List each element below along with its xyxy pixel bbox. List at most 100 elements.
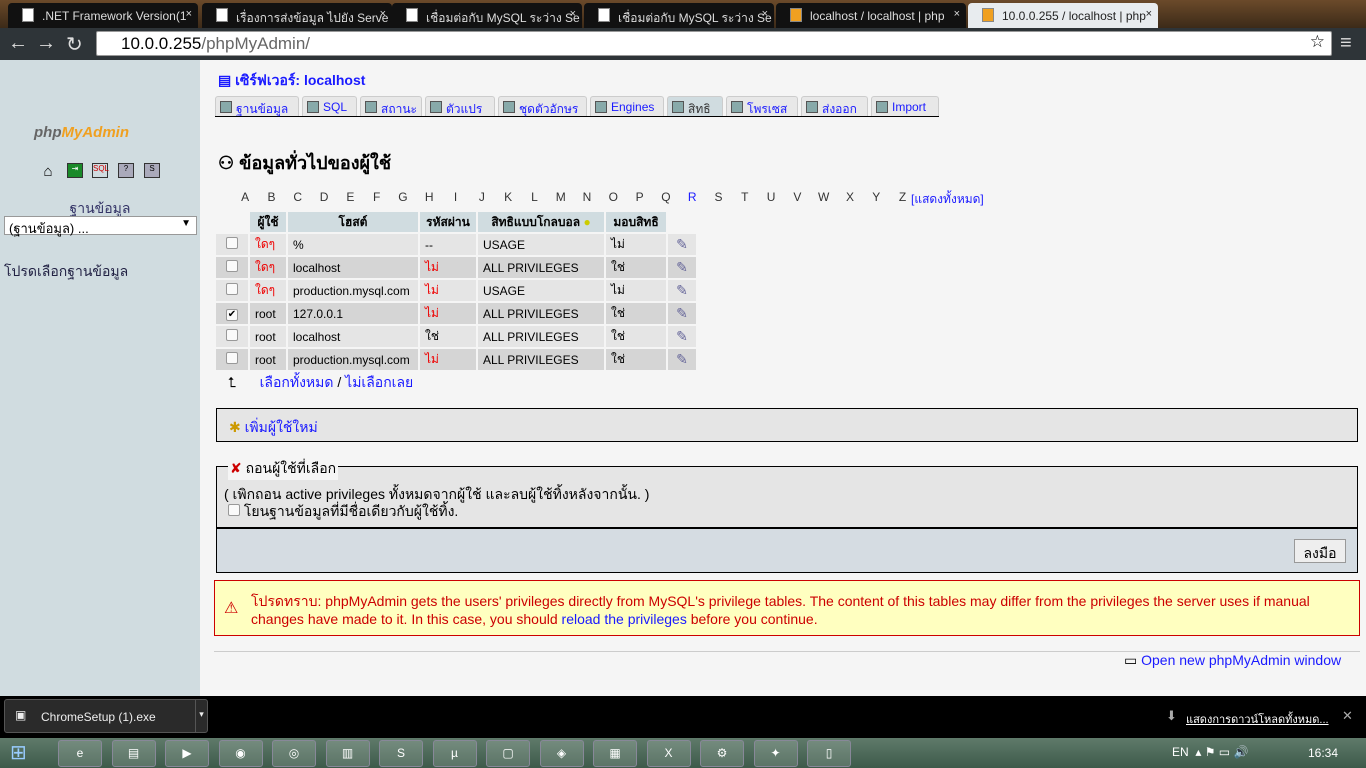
tab-3[interactable]: ตัวแปร — [425, 96, 495, 116]
edit-privileges-icon[interactable]: ✎ — [676, 328, 688, 344]
close-download-bar-icon[interactable]: ✕ — [1342, 708, 1353, 724]
edit-privileges-icon[interactable]: ✎ — [676, 282, 688, 298]
tab-2[interactable]: สถานะ — [360, 96, 422, 116]
exit-icon[interactable]: ⇥ — [67, 163, 83, 178]
game-icon[interactable]: ✦ — [753, 740, 798, 767]
edit-privileges-icon[interactable]: ✎ — [676, 259, 688, 275]
go-button[interactable]: ลงมือ — [1294, 539, 1346, 563]
lightbulb-hint-icon[interactable]: ● — [583, 215, 590, 229]
letter-C[interactable]: C — [285, 190, 311, 204]
skype-icon[interactable]: S — [379, 740, 423, 767]
browser-tab[interactable]: เรื่องการส่งข้อมูล ไปยัง Serve × — [202, 3, 392, 28]
menu-icon[interactable]: ≡ — [1340, 32, 1352, 55]
tab-8[interactable]: ส่งออก — [801, 96, 868, 116]
letter-V[interactable]: V — [784, 190, 810, 204]
letter-E[interactable]: E — [337, 190, 363, 204]
letter-F[interactable]: F — [363, 190, 389, 204]
close-tab-icon[interactable]: × — [762, 8, 768, 20]
close-tab-icon[interactable]: × — [954, 8, 960, 20]
select-all-link[interactable]: เลือกทั้งหมด — [260, 374, 334, 390]
sd-app-icon[interactable]: ⚙ — [700, 740, 744, 767]
phpmyadmin-logo[interactable]: phpMyAdmin — [34, 124, 129, 141]
letter-S[interactable]: S — [705, 190, 731, 204]
letter-B[interactable]: B — [258, 190, 284, 204]
letter-Y[interactable]: Y — [863, 190, 889, 204]
letter-U[interactable]: U — [758, 190, 784, 204]
edit-privileges-icon[interactable]: ✎ — [676, 351, 688, 367]
address-bar[interactable]: 10.0.0.255/phpMyAdmin/ ☆ — [96, 31, 1332, 56]
download-menu-chevron-icon[interactable]: ▾ — [195, 700, 207, 732]
close-tab-icon[interactable]: × — [186, 8, 192, 20]
letter-N[interactable]: N — [574, 190, 600, 204]
browser-tab[interactable]: localhost / localhost | php × — [776, 3, 966, 28]
browser-tab[interactable]: .NET Framework Version(1 × — [8, 3, 198, 28]
sql-docs-icon[interactable]: S — [144, 163, 160, 178]
reload-privileges-link[interactable]: reload the privileges — [562, 611, 687, 627]
file-explorer-icon[interactable]: ▤ — [111, 740, 156, 767]
drop-db-option[interactable]: โยนฐานข้อมูลที่มีชื่อเดียวกับผู้ใช้ทิ้ง. — [228, 501, 458, 523]
database-select[interactable]: (ฐานข้อมูล) ... ▼ — [4, 216, 197, 236]
server-breadcrumb[interactable]: ▤ เซิร์ฟเวอร์: localhost — [218, 70, 365, 92]
row-checkbox[interactable]: ✔ — [226, 309, 238, 321]
line-icon[interactable]: ▢ — [486, 740, 530, 767]
excel-icon[interactable]: X — [646, 740, 691, 767]
row-checkbox[interactable] — [226, 283, 238, 295]
language-indicator[interactable]: EN — [1172, 745, 1189, 759]
tab-5[interactable]: Engines — [590, 96, 664, 116]
show-all-link[interactable]: [แสดงทั้งหมด] — [911, 190, 984, 209]
letter-L[interactable]: L — [521, 190, 547, 204]
close-tab-icon[interactable]: × — [380, 8, 386, 20]
tab-6[interactable]: สิทธิ — [667, 96, 723, 116]
sql-query-icon[interactable]: SQL — [92, 163, 109, 178]
row-checkbox[interactable] — [226, 329, 238, 341]
letter-I[interactable]: I — [442, 190, 468, 204]
browser-tab[interactable]: 10.0.0.255 / localhost | php × — [968, 3, 1158, 28]
bookmark-star-icon[interactable]: ☆ — [1310, 32, 1325, 52]
spreadsheet-icon[interactable]: ▦ — [593, 740, 637, 767]
start-button-icon[interactable]: ⊞ — [10, 740, 27, 765]
letter-W[interactable]: W — [811, 190, 837, 204]
tab-4[interactable]: ชุดตัวอักษร — [498, 96, 587, 116]
drop-db-checkbox[interactable] — [228, 504, 240, 516]
letter-O[interactable]: O — [600, 190, 626, 204]
forward-button[interactable]: → — [36, 32, 56, 55]
letter-A[interactable]: A — [232, 190, 258, 204]
tab-7[interactable]: โพรเซส — [726, 96, 798, 116]
tab-9[interactable]: Import — [871, 96, 939, 116]
drop-db-label[interactable]: โยนฐานข้อมูลที่มีชื่อเดียวกับผู้ใช้ทิ้ง. — [244, 503, 458, 519]
open-new-window-link[interactable]: Open new phpMyAdmin window — [1141, 652, 1341, 668]
add-user-link[interactable]: เพิ่มผู้ใช้ใหม่ — [245, 419, 318, 435]
firefox-icon[interactable]: ◉ — [218, 740, 263, 767]
letter-G[interactable]: G — [390, 190, 416, 204]
unselect-all-link[interactable]: ไม่เลือกเลย — [345, 374, 413, 390]
utorrent-icon[interactable]: µ — [432, 740, 477, 767]
chrome-icon[interactable]: ◎ — [272, 740, 316, 767]
home-icon[interactable]: ⌂ — [40, 163, 56, 180]
browser-tab[interactable]: เชื่อมต่อกับ MySQL ระว่าง Se × — [392, 3, 582, 28]
download-item[interactable]: ▣ ChromeSetup (1).exe ▾ — [4, 699, 208, 733]
browser-tab[interactable]: เชื่อมต่อกับ MySQL ระว่าง Se × — [584, 3, 774, 28]
letter-M[interactable]: M — [548, 190, 574, 204]
letter-T[interactable]: T — [732, 190, 758, 204]
letter-R[interactable]: R — [679, 190, 705, 204]
letter-K[interactable]: K — [495, 190, 521, 204]
media-player-icon[interactable]: ▶ — [165, 740, 209, 767]
clock[interactable]: 16:34 — [1308, 746, 1338, 760]
letter-Q[interactable]: Q — [653, 190, 679, 204]
letter-D[interactable]: D — [311, 190, 337, 204]
letter-X[interactable]: X — [837, 190, 863, 204]
edit-privileges-icon[interactable]: ✎ — [676, 236, 688, 252]
network-icon[interactable]: ◈ — [539, 740, 584, 767]
tab-0[interactable]: ฐานข้อมูล — [215, 96, 299, 116]
letter-H[interactable]: H — [416, 190, 442, 204]
close-tab-icon[interactable]: × — [1146, 8, 1152, 20]
tab-1[interactable]: SQL — [302, 96, 357, 116]
row-checkbox[interactable] — [226, 260, 238, 272]
server-label[interactable]: เซิร์ฟเวอร์: localhost — [235, 72, 365, 88]
reload-button[interactable]: ↻ — [66, 32, 83, 57]
edit-privileges-icon[interactable]: ✎ — [676, 305, 688, 321]
notepad-icon[interactable]: ▯ — [807, 740, 851, 767]
letter-P[interactable]: P — [626, 190, 652, 204]
help-icon[interactable]: ? — [118, 163, 134, 178]
folder-icon[interactable]: ▥ — [325, 740, 370, 767]
